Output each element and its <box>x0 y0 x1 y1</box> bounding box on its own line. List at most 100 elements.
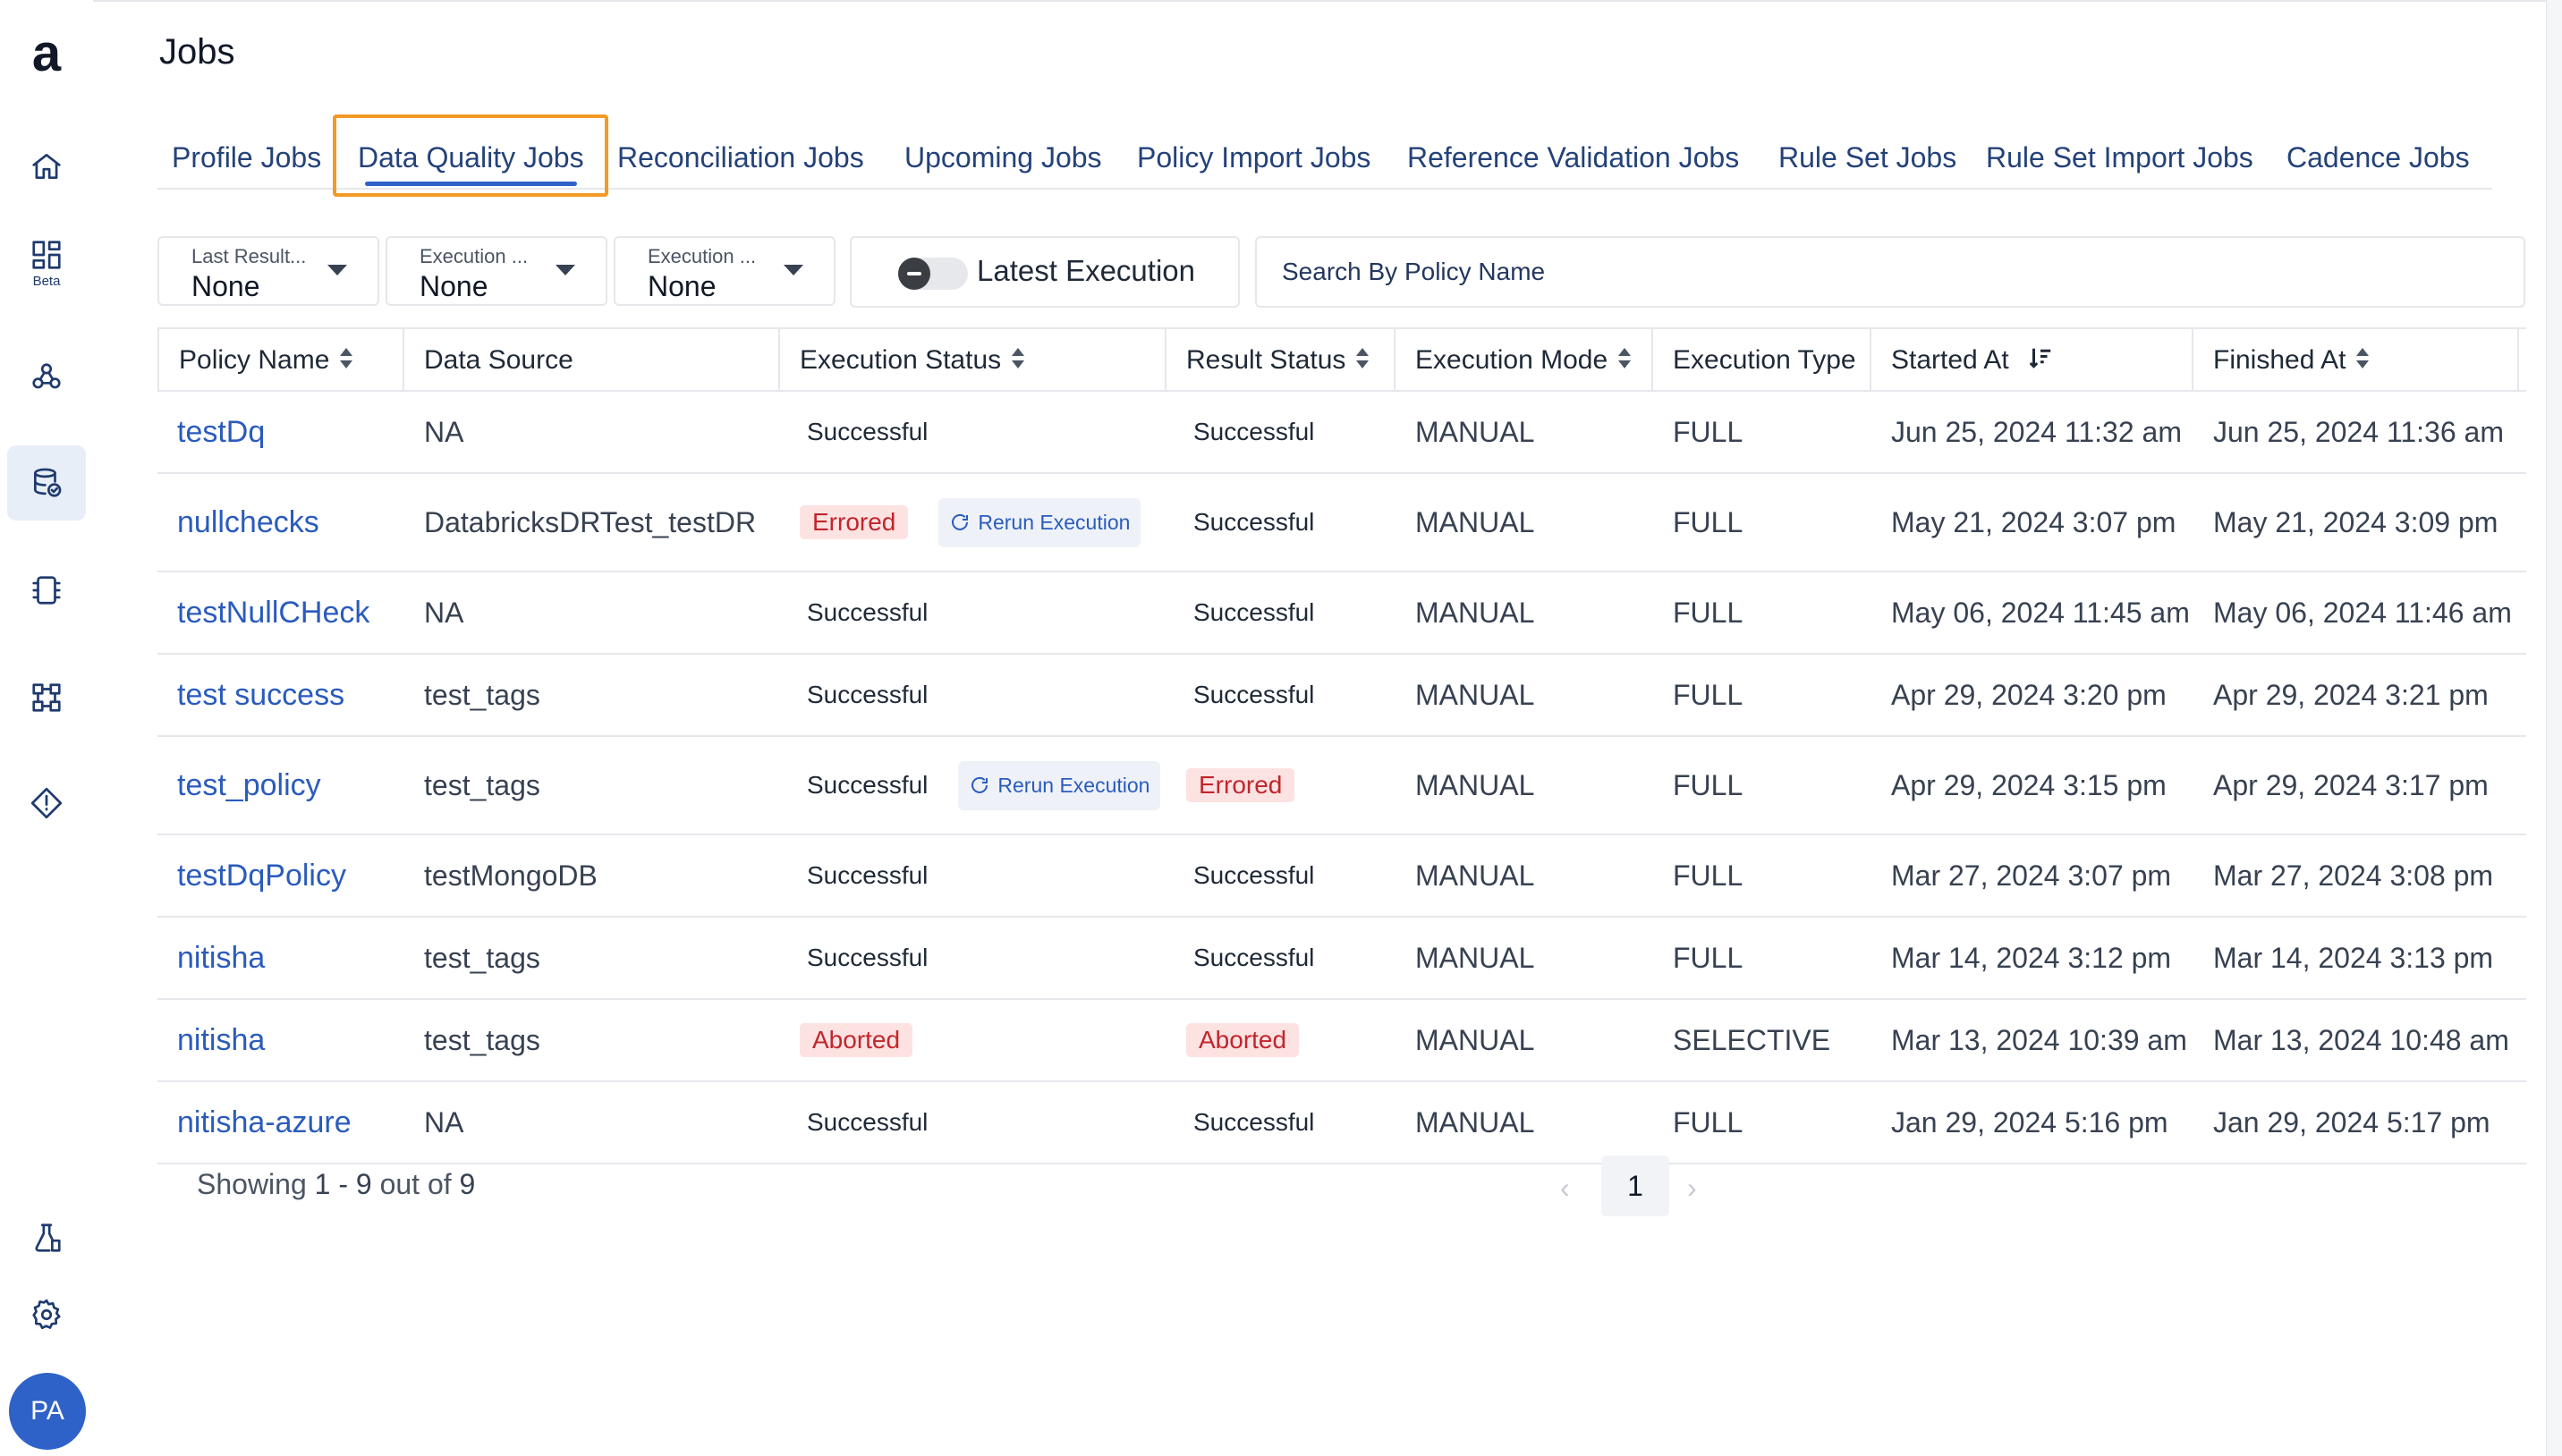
data-source-cell: NA <box>424 1105 464 1139</box>
next-page-button[interactable]: › <box>1687 1172 1697 1205</box>
top-border <box>0 0 2562 2</box>
dashboard-icon <box>32 240 61 269</box>
status-text: Successful <box>1193 681 1315 708</box>
started-at-cell: May 21, 2024 3:07 pm <box>1891 505 2176 538</box>
sort-icon[interactable] <box>1356 347 1370 370</box>
started-at-cell: Mar 13, 2024 10:39 am <box>1891 1023 2187 1056</box>
page-number-button[interactable]: 1 <box>1601 1155 1669 1216</box>
table-row: nitisha test_tags Aborted Aborted MANUAL SELE… <box>157 1000 2526 1082</box>
table-body: testDq NA Successful Successful MANUAL FULL Ju… <box>157 392 2526 1164</box>
table-row: nullchecks DatabricksDRTest_testDR Errored… <box>157 474 2526 572</box>
table-row: testDq NA Successful Successful MANUAL FULL Ju… <box>157 392 2526 474</box>
tab-reconciliation-jobs[interactable]: Reconciliation Jobs <box>617 113 864 188</box>
rerun-execution-button[interactable]: Rerun Execution <box>938 497 1141 547</box>
scrollbar[interactable] <box>2546 0 2562 1456</box>
filter-execution-mode[interactable]: Execution ... None <box>614 236 836 306</box>
sidebar-item-pipelines[interactable] <box>7 660 86 735</box>
finished-at-cell: Mar 13, 2024 10:48 am <box>2213 1023 2509 1056</box>
finished-at-cell: Jan 29, 2024 5:17 pm <box>2213 1105 2490 1139</box>
caret-down-icon <box>327 265 347 275</box>
column-header-execution-type: Execution Type <box>1653 329 1871 390</box>
column-header-data-source: Data Source <box>404 329 780 390</box>
avatar[interactable]: PA <box>9 1373 86 1450</box>
sidebar-item-data-reliability[interactable] <box>7 340 86 415</box>
status-badge: Aborted <box>1186 1023 1300 1057</box>
data-source-cell: NA <box>424 415 464 448</box>
tab-rule-set-import-jobs[interactable]: Rule Set Import Jobs <box>1986 113 2253 188</box>
sort-icon[interactable] <box>1618 347 1632 370</box>
status-text: Successful <box>1193 598 1315 626</box>
sort-icon[interactable] <box>340 347 353 370</box>
search-input[interactable] <box>1255 236 2525 308</box>
status-text: Successful <box>1193 418 1315 445</box>
status-text: Successful <box>807 944 929 971</box>
started-at-cell: Mar 27, 2024 3:07 pm <box>1891 859 2172 892</box>
lab-icon <box>35 1223 61 1252</box>
latest-execution-toggle[interactable] <box>898 258 968 290</box>
started-at-cell: Apr 29, 2024 3:15 pm <box>1891 768 2167 801</box>
sort-icon[interactable] <box>1012 347 1025 370</box>
filter-label: Execution ... <box>420 245 529 267</box>
column-header-execution-mode[interactable]: Execution Mode <box>1396 329 1653 390</box>
tab-profile-jobs[interactable]: Profile Jobs <box>172 113 321 188</box>
column-header-execution-status[interactable]: Execution Status <box>780 329 1166 390</box>
execution-status-cell: Errored Rerun Execution <box>780 474 1141 571</box>
policy-name-link[interactable]: nitisha-azure <box>157 1082 352 1163</box>
result-status-cell: Successful <box>1166 835 1314 916</box>
sidebar-item-settings[interactable] <box>7 1277 86 1352</box>
started-at-cell: Mar 14, 2024 3:12 pm <box>1891 941 2172 974</box>
tab-upcoming-jobs[interactable]: Upcoming Jobs <box>904 113 1102 188</box>
sort-descending-icon[interactable] <box>2027 345 2054 372</box>
policy-name-link[interactable]: testNullCHeck <box>157 572 369 653</box>
filter-last-result[interactable]: Last Result... None <box>157 236 379 306</box>
filter-execution-status[interactable]: Execution ... None <box>386 236 607 306</box>
status-text: Successful <box>1193 861 1315 889</box>
sidebar-item-dashboard[interactable]: Beta <box>7 225 86 301</box>
result-status-cell: Successful <box>1166 1082 1314 1163</box>
sidebar-item-lab[interactable] <box>7 1200 86 1275</box>
status-text: Successful <box>1193 944 1315 971</box>
column-header-finished-at[interactable]: Finished At <box>2193 329 2519 390</box>
policy-name-link[interactable]: test_policy <box>157 737 321 834</box>
filter-value: None <box>648 270 717 302</box>
refresh-icon <box>971 776 988 793</box>
sidebar-item-data-quality[interactable] <box>7 445 86 521</box>
status-text: Successful <box>1193 508 1315 536</box>
execution-type-cell: FULL <box>1673 768 1743 801</box>
beta-badge: Beta <box>32 273 61 289</box>
execution-type-cell: FULL <box>1673 415 1743 448</box>
filter-value: None <box>420 270 488 302</box>
tab-reference-validation-jobs[interactable]: Reference Validation Jobs <box>1407 113 1739 188</box>
column-header-started-at[interactable]: Started At <box>1871 329 2193 390</box>
finished-at-cell: Mar 27, 2024 3:08 pm <box>2213 859 2494 892</box>
policy-name-link[interactable]: nullchecks <box>157 474 319 571</box>
sidebar-item-compute[interactable] <box>7 553 86 628</box>
execution-mode-cell: MANUAL <box>1415 768 1535 801</box>
rerun-execution-button[interactable]: Rerun Execution <box>958 760 1161 810</box>
sort-icon[interactable] <box>2356 347 2370 370</box>
column-header-policy-name[interactable]: Policy Name <box>157 329 404 390</box>
sidebar-item-alerts[interactable] <box>7 766 86 841</box>
finished-at-cell: Apr 29, 2024 3:21 pm <box>2213 678 2489 711</box>
table-row: testDqPolicy testMongoDB Successful Success… <box>157 835 2526 918</box>
column-header-result-status[interactable]: Result Status <box>1166 329 1396 390</box>
tab-policy-import-jobs[interactable]: Policy Import Jobs <box>1137 113 1370 188</box>
data-source-cell: test_tags <box>424 678 540 711</box>
tab-cadence-jobs[interactable]: Cadence Jobs <box>2286 113 2470 188</box>
status-text: Successful <box>807 418 929 445</box>
policy-name-link[interactable]: nitisha <box>157 1000 265 1080</box>
policy-name-link[interactable]: testDq <box>157 392 265 472</box>
execution-mode-cell: MANUAL <box>1415 1023 1535 1056</box>
execution-type-cell: FULL <box>1673 859 1743 892</box>
execution-mode-cell: MANUAL <box>1415 941 1535 974</box>
sidebar-item-home[interactable] <box>7 129 86 204</box>
app-logo[interactable]: a <box>25 28 68 80</box>
tab-focus-highlight <box>333 114 608 197</box>
previous-page-button[interactable]: ‹ <box>1560 1172 1570 1205</box>
policy-name-link[interactable]: test success <box>157 655 344 735</box>
policy-name-link[interactable]: testDqPolicy <box>157 835 346 916</box>
tab-rule-set-jobs[interactable]: Rule Set Jobs <box>1778 113 1956 188</box>
filter-value: None <box>191 270 260 302</box>
toggle-knob <box>898 258 930 290</box>
policy-name-link[interactable]: nitisha <box>157 918 265 998</box>
